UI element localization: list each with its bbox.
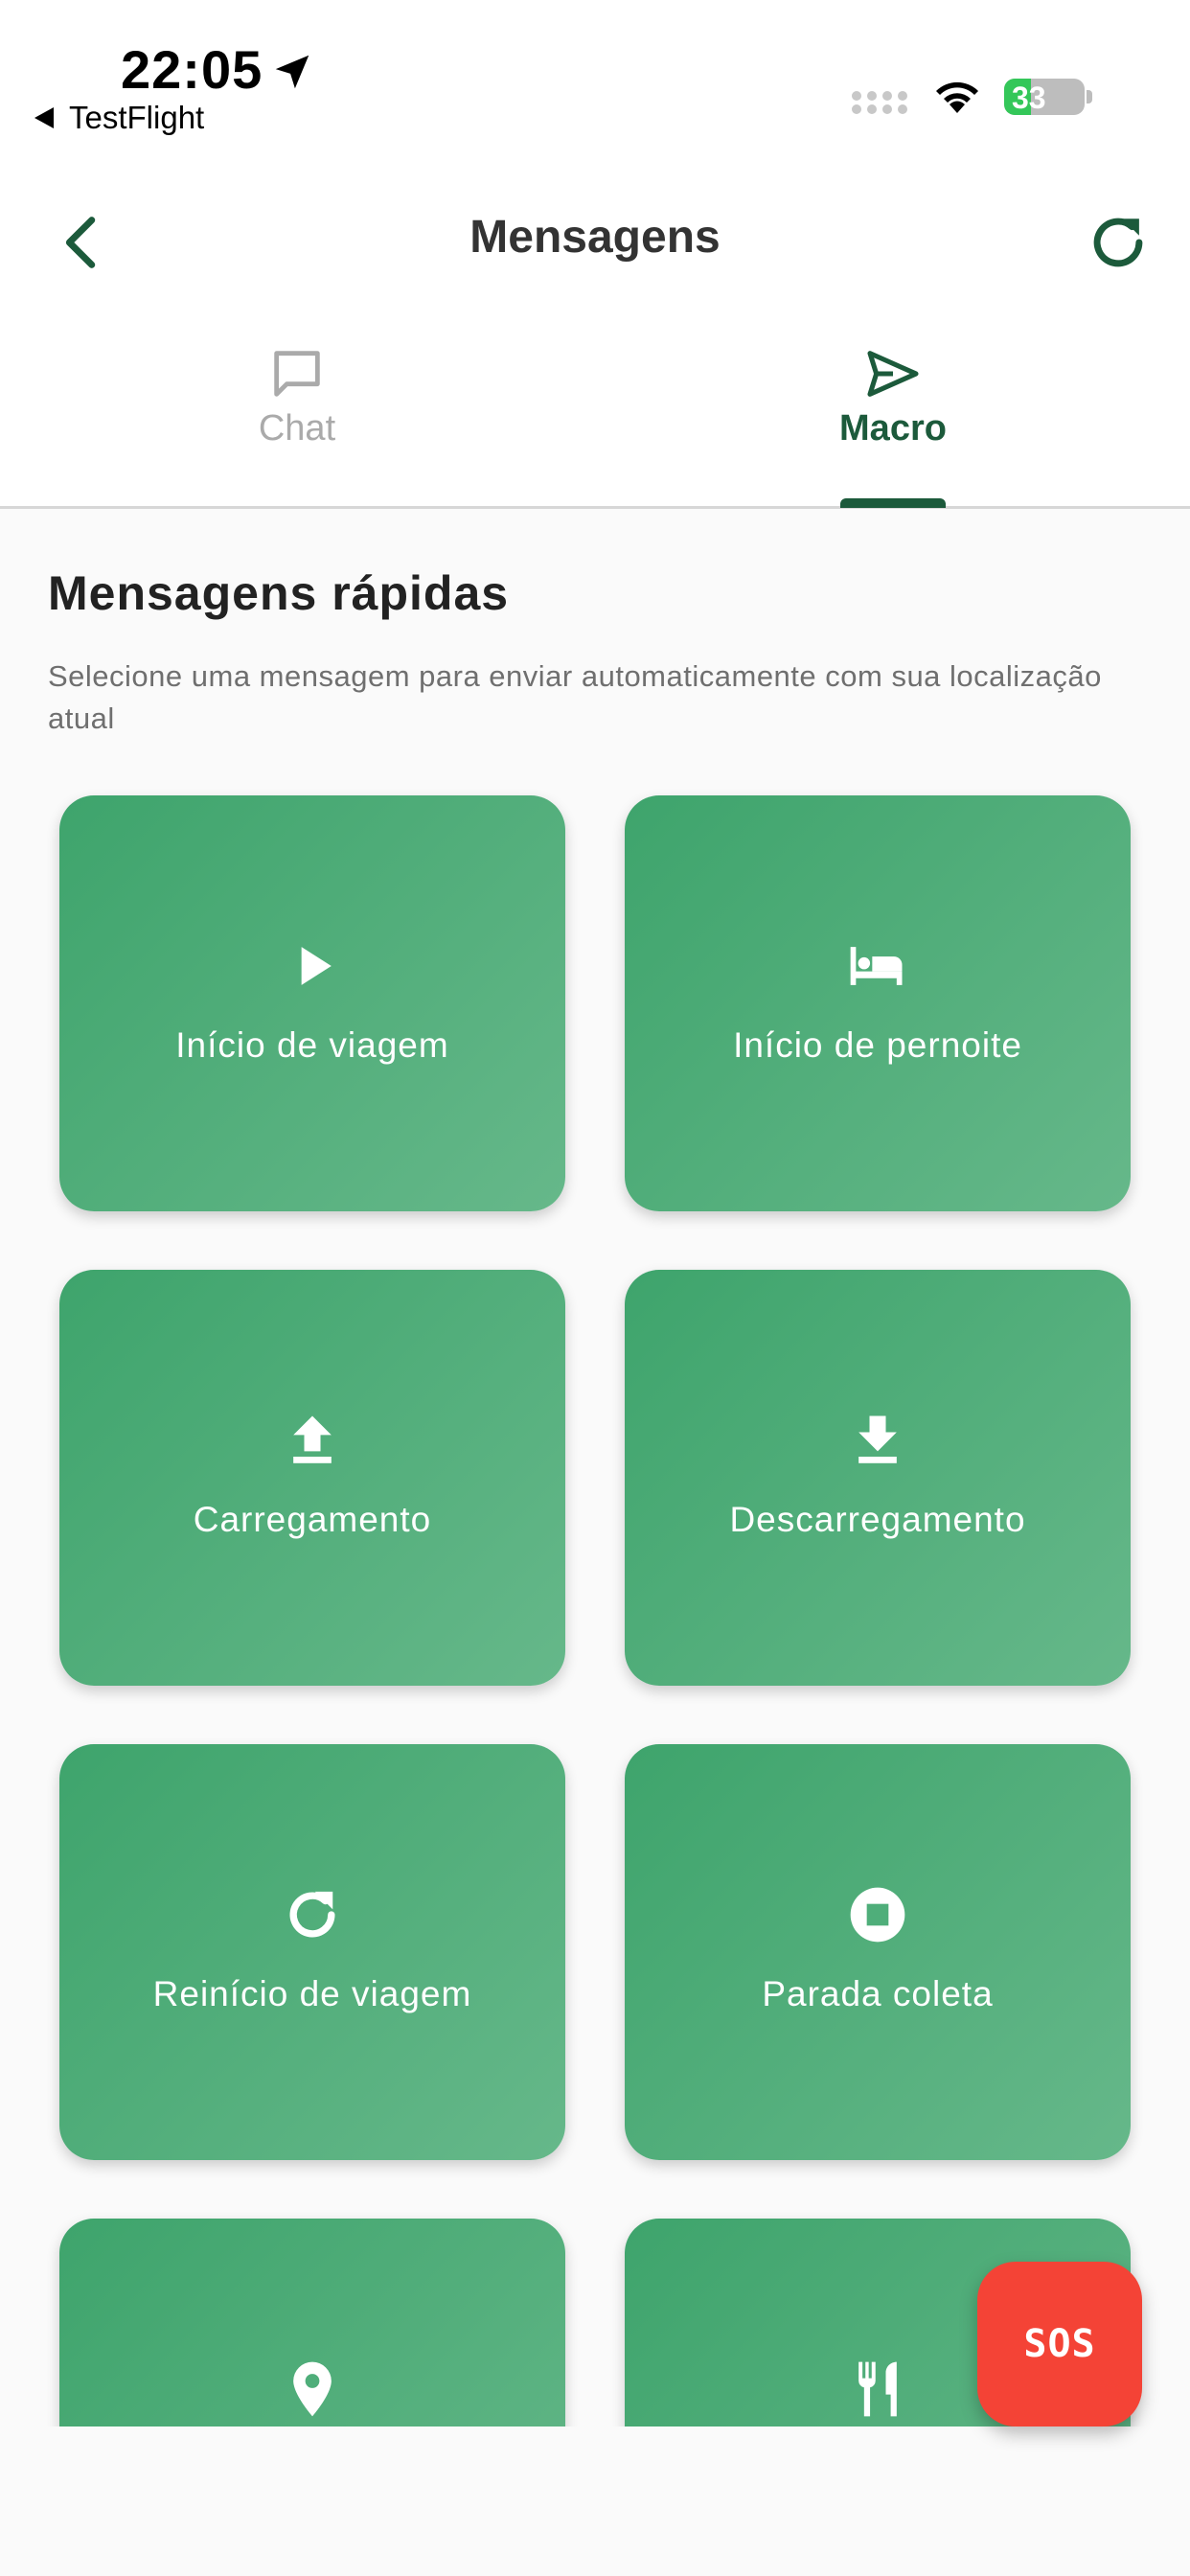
macro-label: Reinício de viagem [152, 1974, 472, 2013]
section-description: Selecione uma mensagem para enviar autom… [48, 659, 1102, 735]
macro-card-inicio-viagem[interactable]: Início de viagem [59, 795, 565, 1211]
macro-card-inicio-pernoite[interactable]: Início de pernoite [625, 795, 1131, 1211]
macro-label: Início de pernoite [733, 1025, 1022, 1065]
macro-card-descarregamento[interactable]: Descarregamento [625, 1270, 1131, 1686]
macro-card-carregamento[interactable]: Carregamento [59, 1270, 565, 1686]
upload-icon [293, 1415, 332, 1463]
restart-icon [289, 1891, 335, 1938]
status-time: 22:05 [121, 39, 263, 100]
battery-level: 33 [1012, 80, 1046, 115]
play-icon [301, 947, 332, 985]
restaurant-icon [858, 2361, 897, 2417]
stop-circle-icon [850, 1887, 905, 1943]
macro-card-reinicio-viagem[interactable]: Reinício de viagem [59, 1744, 565, 2160]
macro-label: Início de viagem [175, 1025, 449, 1065]
cellular-signal-icon [852, 91, 907, 114]
refresh-icon[interactable] [1085, 209, 1152, 276]
tab-macro-label: Macro [839, 408, 947, 448]
download-icon [858, 1415, 897, 1463]
bed-icon [850, 947, 903, 985]
back-triangle-icon [34, 107, 54, 128]
macro-label: Carregamento [193, 1500, 432, 1539]
tab-bar: Chat Macro [0, 316, 1190, 509]
location-arrow-icon [275, 55, 309, 89]
status-bar: 22:05 TestFlight 33 [0, 0, 1190, 163]
location-pin-icon [293, 2361, 332, 2417]
macro-label: Descarregamento [729, 1500, 1026, 1539]
tab-macro[interactable]: Macro [298, 316, 1190, 506]
page-title: Mensagens [469, 212, 721, 263]
macro-label: Parada coleta [762, 1974, 994, 2013]
active-tab-indicator [840, 498, 946, 508]
app-header: Mensagens [0, 163, 1190, 316]
section-title: Mensagens rápidas [48, 566, 510, 620]
sos-button[interactable]: SOS [977, 2262, 1142, 2426]
battery-tip [1087, 90, 1092, 104]
wifi-icon [936, 81, 978, 113]
macro-grid: Início de viagem Início de pernoite Carr… [0, 748, 1190, 2426]
back-to-testflight[interactable]: TestFlight [34, 100, 204, 136]
send-icon [867, 351, 919, 397]
back-app-label: TestFlight [69, 100, 205, 135]
macro-card-localizacao[interactable] [59, 2219, 565, 2426]
macro-card-parada-coleta[interactable]: Parada coleta [625, 1744, 1131, 2160]
battery-indicator: 33 [1004, 79, 1085, 115]
